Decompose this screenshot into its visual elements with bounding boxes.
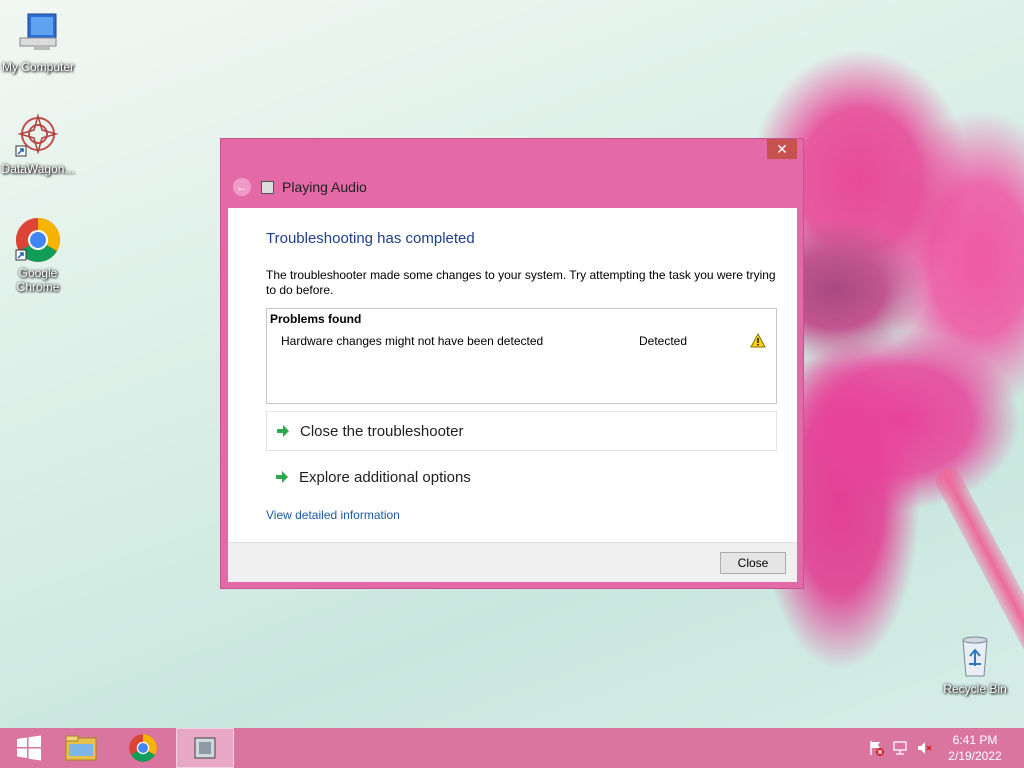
clock-date: 2/19/2022 bbox=[948, 749, 1002, 763]
desktop-icon-datawagon[interactable]: DataWagon... bbox=[0, 112, 76, 176]
taskbar-troubleshooter[interactable] bbox=[176, 728, 234, 768]
close-troubleshooter-option[interactable]: Close the troubleshooter bbox=[266, 411, 777, 451]
warning-icon bbox=[750, 333, 766, 348]
action-center-flag-icon[interactable] bbox=[868, 740, 884, 756]
taskbar-google-chrome[interactable] bbox=[114, 728, 172, 768]
window-header: ← Playing Audio bbox=[233, 177, 367, 197]
folder-icon bbox=[65, 735, 97, 761]
desktop-icon-label: Google Chrome bbox=[16, 266, 60, 294]
desktop-icon-label: DataWagon... bbox=[1, 162, 75, 176]
desktop-icon-label: My Computer bbox=[1, 60, 75, 74]
start-button[interactable] bbox=[0, 728, 58, 768]
desktop-icon-recycle-bin[interactable]: Recycle Bin bbox=[937, 632, 1013, 696]
back-button[interactable]: ← bbox=[233, 178, 251, 196]
volume-muted-icon[interactable] bbox=[916, 740, 932, 756]
option-label: Explore additional options bbox=[299, 468, 471, 486]
datawagon-icon bbox=[14, 112, 62, 160]
desktop-icon-label: Recycle Bin bbox=[943, 682, 1007, 696]
taskbar: 6:41 PM 2/19/2022 bbox=[0, 728, 1024, 768]
page-title: Troubleshooting has completed bbox=[266, 230, 475, 247]
problems-found-box: Problems found Hardware changes might no… bbox=[266, 308, 777, 404]
chrome-icon bbox=[129, 734, 157, 762]
system-tray: 6:41 PM 2/19/2022 bbox=[868, 728, 1024, 768]
wallpaper-stem bbox=[931, 463, 1024, 741]
chrome-icon bbox=[14, 216, 62, 264]
view-detailed-information-link[interactable]: View detailed information bbox=[266, 508, 400, 522]
desktop-icon-google-chrome[interactable]: Google Chrome bbox=[0, 216, 76, 294]
green-arrow-icon bbox=[276, 471, 288, 483]
problems-header: Problems found bbox=[270, 312, 362, 326]
explore-additional-options[interactable]: Explore additional options bbox=[266, 457, 777, 497]
green-arrow-icon bbox=[277, 425, 289, 437]
taskbar-file-explorer[interactable] bbox=[52, 728, 110, 768]
troubleshooter-window: ✕ ← Playing Audio Troubleshooting has co… bbox=[220, 138, 804, 589]
window-footer: Close bbox=[228, 542, 797, 582]
computer-icon bbox=[14, 10, 62, 58]
window-close-button[interactable]: ✕ bbox=[767, 139, 797, 159]
desktop-icon-my-computer[interactable]: My Computer bbox=[0, 10, 76, 74]
result-description: The troubleshooter made some changes to … bbox=[266, 268, 776, 297]
close-button[interactable]: Close bbox=[720, 552, 786, 574]
window-title: Playing Audio bbox=[282, 179, 367, 195]
clock[interactable]: 6:41 PM 2/19/2022 bbox=[940, 732, 1010, 764]
windows-logo-icon bbox=[17, 735, 41, 761]
network-icon[interactable] bbox=[892, 740, 908, 756]
clock-time: 6:41 PM bbox=[952, 733, 998, 747]
content-panel: Troubleshooting has completed The troubl… bbox=[228, 208, 797, 542]
problem-description: Hardware changes might not have been det… bbox=[281, 334, 544, 348]
option-label: Close the troubleshooter bbox=[300, 422, 464, 440]
recycle-bin-icon bbox=[951, 632, 999, 680]
troubleshooter-app-icon bbox=[194, 737, 216, 759]
problem-status: Detected bbox=[639, 334, 688, 348]
troubleshooter-app-icon bbox=[261, 180, 274, 194]
